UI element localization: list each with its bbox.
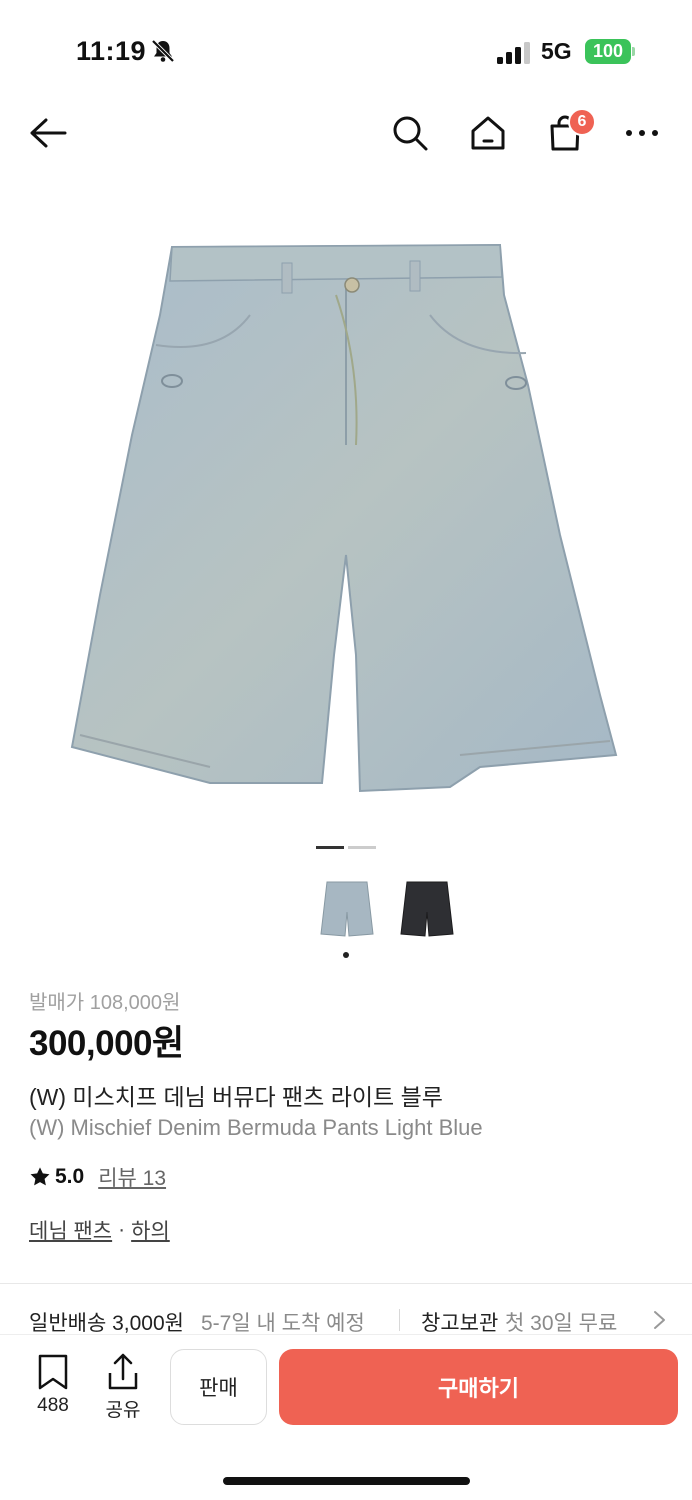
more-icon xyxy=(626,130,658,136)
color-thumbnails xyxy=(312,872,462,962)
category-link-denim-pants[interactable]: 데님 팬츠 xyxy=(29,1215,112,1245)
shipping-divider xyxy=(399,1309,400,1331)
search-icon xyxy=(393,116,428,151)
thumbnail-light-blue[interactable] xyxy=(312,872,382,944)
black-shorts-icon xyxy=(400,881,454,937)
cart-count-badge: 6 xyxy=(568,108,596,136)
product-name-korean: (W) 미스치프 데님 버뮤다 팬츠 라이트 블루 xyxy=(29,1084,443,1110)
network-type: 5G xyxy=(541,38,572,64)
status-time: 11:19 xyxy=(76,36,147,66)
bookmark-button[interactable]: 488 xyxy=(25,1353,81,1417)
home-button[interactable] xyxy=(466,111,510,155)
share-icon xyxy=(108,1353,138,1390)
more-button[interactable] xyxy=(620,111,664,155)
star-icon xyxy=(30,1167,50,1186)
home-indicator[interactable] xyxy=(223,1477,470,1485)
bookmark-icon xyxy=(38,1354,68,1390)
section-divider xyxy=(0,1283,692,1284)
sell-button[interactable]: 판매 xyxy=(170,1349,267,1425)
home-icon xyxy=(471,116,505,150)
pager-segment-active xyxy=(316,846,344,849)
product-name-english: (W) Mischief Denim Bermuda Pants Light B… xyxy=(29,1115,483,1140)
thumbnail-selected-dot xyxy=(343,952,349,958)
search-button[interactable] xyxy=(388,111,432,155)
rating-row: 5.0 리뷰 13 xyxy=(29,1162,166,1192)
bell-off-icon xyxy=(151,39,175,63)
back-button[interactable] xyxy=(26,111,70,155)
image-pager xyxy=(316,846,376,849)
status-bar: 11:19 5G 100 xyxy=(0,0,692,100)
bookmark-count: 488 xyxy=(37,1395,69,1416)
share-label: 공유 xyxy=(105,1400,141,1421)
thumbnail-black[interactable] xyxy=(392,872,462,944)
shipping-label: 일반배송 3,000원 xyxy=(29,1312,184,1335)
battery-icon: 100 xyxy=(585,39,631,64)
light-blue-shorts-icon xyxy=(320,881,374,937)
back-arrow-icon xyxy=(30,118,67,148)
rating-value: 5.0 xyxy=(55,1165,85,1188)
release-price: 발매가 108,000원 xyxy=(29,992,181,1014)
review-link[interactable]: 리뷰 13 xyxy=(98,1162,166,1192)
product-image[interactable] xyxy=(60,235,632,795)
signal-icon xyxy=(497,42,530,64)
storage-note: 첫 30일 무료 xyxy=(505,1312,618,1335)
buy-button[interactable]: 구매하기 xyxy=(279,1349,678,1425)
category-breadcrumb: 데님 팬츠 · 하의 xyxy=(29,1215,170,1245)
category-link-bottoms[interactable]: 하의 xyxy=(131,1215,170,1245)
storage-label: 창고보관 xyxy=(421,1312,499,1335)
shipping-row[interactable]: 일반배송 3,000원 5-7일 내 도착 예정 창고보관 첫 30일 무료 xyxy=(29,1307,679,1335)
share-button[interactable]: 공유 xyxy=(95,1353,151,1422)
pager-segment xyxy=(348,846,376,849)
current-price: 300,000원 xyxy=(29,1024,184,1063)
battery-nub xyxy=(632,47,635,56)
bottom-action-bar: 488 공유 판매 구매하기 xyxy=(0,1334,692,1500)
category-separator: · xyxy=(118,1218,126,1241)
chevron-right-icon xyxy=(654,1311,665,1329)
shipping-eta: 5-7일 내 도착 예정 xyxy=(201,1312,365,1335)
